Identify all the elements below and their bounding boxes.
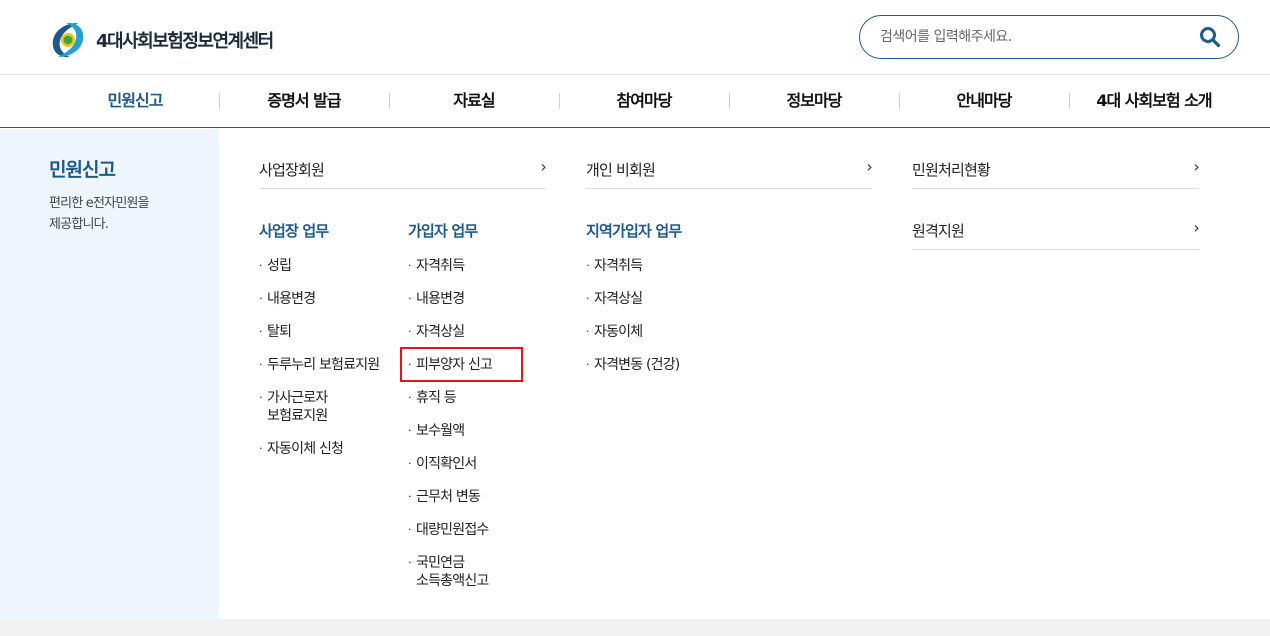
bullet-icon: · bbox=[586, 292, 590, 305]
link-acquire-qualification[interactable]: · 자격취득 bbox=[408, 257, 465, 275]
chevron-right-icon: › bbox=[866, 157, 872, 176]
submenu-business-tasks[interactable]: 사업장 업무 bbox=[259, 220, 329, 241]
link-regional-auto-transfer[interactable]: · 자동이체 bbox=[586, 323, 643, 341]
search-input[interactable] bbox=[880, 26, 1180, 48]
bullet-icon: · bbox=[259, 391, 263, 404]
menu-processing-status[interactable]: 민원처리현황 › bbox=[912, 149, 1200, 189]
highlight-box bbox=[400, 347, 523, 382]
link-workplace-change[interactable]: · 근무처 변동 bbox=[408, 488, 481, 506]
gnb-item-about[interactable]: 4대 사회보험 소개 bbox=[1069, 75, 1239, 127]
bullet-icon: · bbox=[586, 358, 590, 371]
side-panel-title: 민원신고 bbox=[49, 159, 116, 181]
bullet-icon: · bbox=[259, 442, 263, 455]
menu-remote-support[interactable]: 원격지원 › bbox=[912, 210, 1200, 250]
link-regional-acquire[interactable]: · 자격취득 bbox=[586, 257, 643, 275]
bullet-icon: · bbox=[586, 259, 590, 272]
submenu-regional-subscriber[interactable]: 지역가입자 업무 bbox=[586, 220, 682, 241]
link-regional-change-health[interactable]: · 자격변동 (건강) bbox=[586, 356, 680, 374]
bullet-icon: · bbox=[408, 391, 412, 404]
chevron-right-icon: › bbox=[1193, 157, 1199, 176]
bullet-icon: · bbox=[408, 292, 412, 305]
gnb-item-guide[interactable]: 안내마당 bbox=[899, 75, 1069, 127]
chevron-right-icon: › bbox=[540, 157, 546, 176]
bullet-icon: · bbox=[408, 556, 412, 569]
link-change-details-subscriber[interactable]: · 내용변경 bbox=[408, 290, 465, 308]
link-leave-of-absence[interactable]: · 휴직 등 bbox=[408, 389, 457, 407]
side-desc-line: 편리한 e전자민원을 bbox=[49, 196, 150, 211]
link-withdraw[interactable]: · 탈퇴 bbox=[259, 323, 292, 341]
link-auto-transfer-apply[interactable]: · 자동이체 신청 bbox=[259, 440, 344, 458]
link-domestic-worker-support[interactable]: · 가사근로자 보험료지원 bbox=[259, 389, 328, 425]
link-lose-qualification[interactable]: · 자격상실 bbox=[408, 323, 465, 341]
link-pension-income-report[interactable]: · 국민연금 소득총액신고 bbox=[408, 554, 489, 590]
bullet-icon: · bbox=[408, 457, 412, 470]
submenu-subscriber-tasks[interactable]: 가입자 업무 bbox=[408, 220, 478, 241]
link-bulk-submission[interactable]: · 대량민원접수 bbox=[408, 521, 489, 539]
side-panel-description: 편리한 e전자민원을 제공합니다. bbox=[49, 193, 199, 235]
bullet-icon: · bbox=[408, 523, 412, 536]
menu-processing-status-label: 민원처리현황 bbox=[912, 161, 991, 179]
bullet-icon: · bbox=[259, 259, 263, 272]
global-nav: 민원신고 증명서 발급 자료실 참여마당 정보마당 안내마당 4대 사회보험 소… bbox=[0, 75, 1270, 128]
site-logo[interactable]: 4대사회보험정보연계센터 bbox=[48, 18, 274, 62]
side-desc-line: 제공합니다. bbox=[49, 217, 109, 232]
link-change-details[interactable]: · 내용변경 bbox=[259, 290, 316, 308]
search-icon bbox=[1200, 27, 1221, 48]
gnb-item-participation[interactable]: 참여마당 bbox=[559, 75, 729, 127]
logo-emblem-icon bbox=[52, 22, 84, 58]
gnb-item-minwon[interactable]: 민원신고 bbox=[50, 75, 220, 127]
chevron-right-icon: › bbox=[1193, 218, 1199, 237]
site-header: 4대사회보험정보연계센터 bbox=[0, 0, 1270, 75]
gnb-item-information[interactable]: 정보마당 bbox=[729, 75, 899, 127]
bullet-icon: · bbox=[259, 358, 263, 371]
bullet-icon: · bbox=[408, 490, 412, 503]
mega-menu: 민원신고 편리한 e전자민원을 제공합니다. 사업장회원 › 사업장 업무 · 성… bbox=[0, 129, 1270, 619]
menu-remote-support-label: 원격지원 bbox=[912, 222, 965, 240]
link-separation-certificate[interactable]: · 이직확인서 bbox=[408, 455, 477, 473]
menu-business-member[interactable]: 사업장회원 › bbox=[259, 149, 547, 189]
link-durunuri-support[interactable]: · 두루누리 보험료지원 bbox=[259, 356, 380, 374]
bullet-icon: · bbox=[259, 292, 263, 305]
search-box bbox=[859, 15, 1239, 59]
bullet-icon: · bbox=[408, 325, 412, 338]
gnb-item-archive[interactable]: 자료실 bbox=[389, 75, 559, 127]
bullet-icon: · bbox=[408, 424, 412, 437]
gnb-item-certificate[interactable]: 증명서 발급 bbox=[219, 75, 389, 127]
menu-business-member-label: 사업장회원 bbox=[259, 161, 325, 179]
logo-text: 4대사회보험정보연계센터 bbox=[96, 31, 274, 52]
bullet-icon: · bbox=[586, 325, 590, 338]
link-monthly-salary[interactable]: · 보수월액 bbox=[408, 422, 465, 440]
mega-menu-side-panel: 민원신고 편리한 e전자민원을 제공합니다. bbox=[0, 129, 219, 619]
link-establish[interactable]: · 성립 bbox=[259, 257, 292, 275]
bullet-icon: · bbox=[259, 325, 263, 338]
menu-individual-nonmember-label: 개인 비회원 bbox=[586, 161, 656, 179]
page-bottom-shade bbox=[0, 619, 1270, 636]
search-button[interactable] bbox=[1198, 25, 1222, 49]
bullet-icon: · bbox=[408, 259, 412, 272]
link-regional-lose[interactable]: · 자격상실 bbox=[586, 290, 643, 308]
menu-individual-nonmember[interactable]: 개인 비회원 › bbox=[586, 149, 873, 189]
